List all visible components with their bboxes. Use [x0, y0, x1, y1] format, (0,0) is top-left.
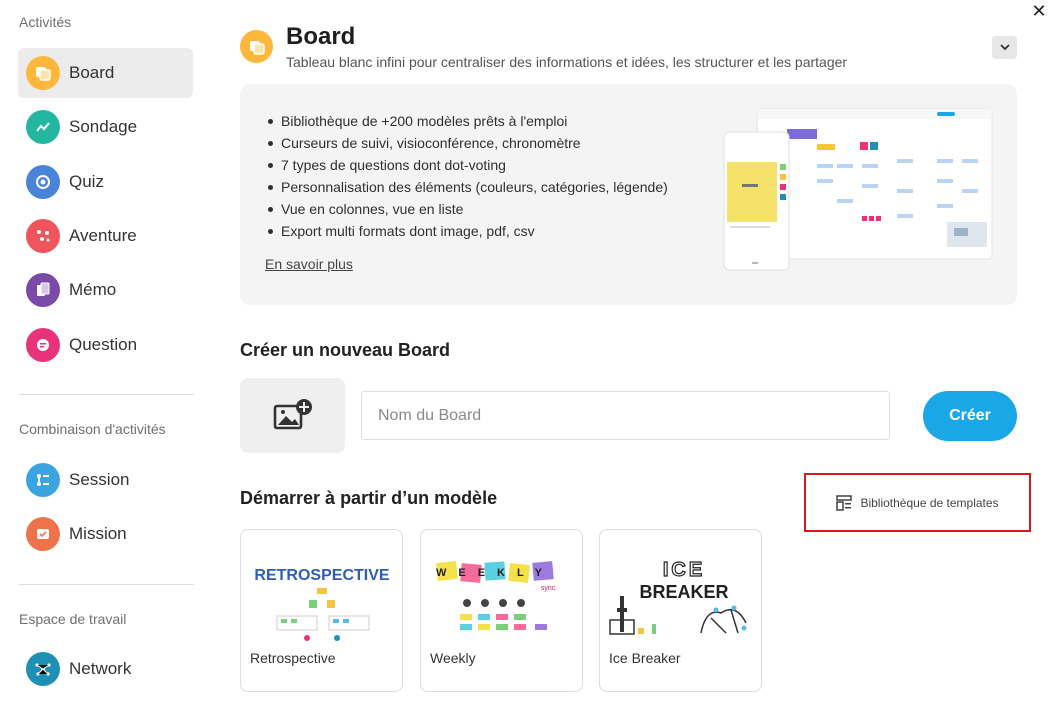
memo-icon [26, 273, 60, 307]
template-library-button[interactable]: Bibliothèque de templates [804, 473, 1031, 532]
template-name: Weekly [430, 650, 476, 666]
section-title-combinations: Combinaison d'activités [19, 421, 166, 437]
feature-item: Export multi formats dont image, pdf, cs… [265, 220, 668, 242]
board-icon [26, 56, 60, 90]
sidebar-item-label: Quiz [69, 172, 104, 191]
poll-icon [26, 110, 60, 144]
feature-item: 7 types de questions dont dot-voting [265, 154, 668, 176]
quiz-icon [26, 165, 60, 199]
template-name: Ice Breaker [609, 650, 681, 666]
feature-item: Personnalisation des éléments (couleurs,… [265, 176, 668, 198]
sidebar-item-label: Network [69, 659, 132, 678]
sidebar-item-label: Aventure [69, 226, 137, 245]
board-name-input[interactable] [361, 391, 890, 440]
feature-list: Bibliothèque de +200 modèles prêts à l'e… [265, 110, 668, 242]
feature-item: Bibliothèque de +200 modèles prêts à l'e… [265, 110, 668, 132]
section-title-workspace: Espace de travail [19, 611, 127, 627]
sidebar-item-mission[interactable]: Mission [18, 509, 193, 559]
sidebar-item-board[interactable]: Board [18, 48, 193, 98]
template-thumb-title: WEEKLY [436, 567, 554, 579]
template-card-weekly[interactable]: WEEKLY sync. Weekly [420, 529, 583, 692]
template-thumbnail: RETROSPECTIVE [254, 567, 390, 641]
question-icon [26, 328, 60, 362]
sidebar-item-quiz[interactable]: Quiz [18, 157, 193, 207]
sidebar-item-session[interactable]: Session [18, 455, 193, 505]
network-icon [26, 652, 60, 686]
learn-more-link[interactable]: En savoir plus [265, 256, 353, 272]
template-thumbnail: WEEKLY sync. [436, 561, 557, 630]
template-card-ice-breaker[interactable]: ICE BREAKER Ice Breaker [599, 529, 762, 692]
sidebar-item-label: Board [69, 63, 115, 82]
sidebar-item-sondage[interactable]: Sondage [18, 102, 193, 152]
session-icon [26, 463, 60, 497]
sidebar: Activités Board Sondage Quiz Aventure Mé… [0, 0, 210, 701]
mission-icon [26, 517, 60, 551]
create-button[interactable]: Créer [923, 391, 1017, 441]
sidebar-item-question[interactable]: Question [18, 320, 193, 370]
section-title-activities: Activités [19, 14, 72, 30]
template-thumb-title: RETROSPECTIVE [254, 567, 389, 584]
page-title: Board [286, 23, 356, 50]
template-library-label: Bibliothèque de templates [860, 495, 999, 510]
feature-item: Vue en colonnes, vue en liste [265, 198, 668, 220]
sidebar-item-label: Question [69, 335, 138, 354]
templates-section-title: Démarrer à partir d’un modèle [240, 488, 498, 508]
sidebar-item-label: Session [69, 470, 130, 489]
feature-item: Curseurs de suivi, visioconférence, chro… [265, 132, 668, 154]
template-thumb-title: ICE [663, 559, 705, 581]
create-section-title: Créer un nouveau Board [240, 340, 451, 360]
add-image-icon [273, 398, 312, 429]
collapse-button[interactable] [992, 36, 1017, 59]
page-description: Tableau blanc infini pour centraliser de… [286, 54, 848, 70]
chevron-down-icon [999, 44, 1010, 51]
sidebar-item-label: Sondage [69, 117, 138, 136]
template-thumbnail: ICE BREAKER [609, 558, 747, 635]
sidebar-item-label: Mission [69, 524, 127, 543]
sidebar-item-aventure[interactable]: Aventure [18, 211, 193, 261]
sidebar-divider [19, 394, 194, 395]
sidebar-item-label: Mémo [69, 280, 117, 299]
close-icon[interactable]: ✕ [1030, 2, 1048, 20]
sidebar-item-memo[interactable]: Mémo [18, 265, 193, 315]
board-header-icon [240, 30, 273, 63]
template-card-retrospective[interactable]: RETROSPECTIVE Retrospective [240, 529, 403, 692]
adventure-icon [26, 219, 60, 253]
template-library-icon [836, 494, 853, 511]
board-preview-image [723, 108, 993, 271]
template-thumb-subtitle: sync. [541, 585, 557, 592]
image-upload-button[interactable] [240, 378, 345, 453]
sidebar-divider [19, 584, 194, 585]
template-thumb-subtitle: BREAKER [639, 582, 728, 602]
template-name: Retrospective [250, 650, 336, 666]
sidebar-item-network[interactable]: Network [18, 644, 193, 694]
